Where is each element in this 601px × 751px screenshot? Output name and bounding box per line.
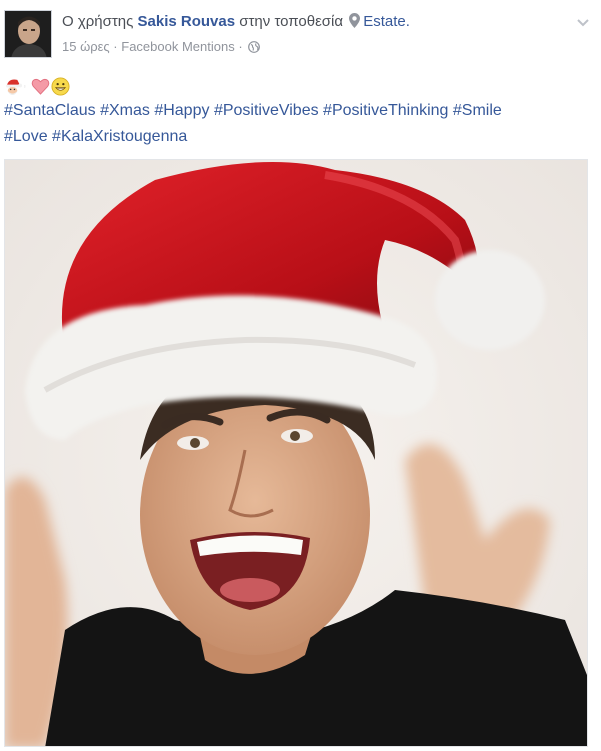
- source-link[interactable]: Facebook Mentions: [121, 39, 234, 54]
- hashtag-text: #SantaClaus #Xmas #Happy #PositiveVibes …: [4, 98, 594, 150]
- hashtag-link[interactable]: #Smile: [453, 102, 502, 119]
- meta-separator: ·: [109, 39, 122, 54]
- post-photo[interactable]: [4, 159, 588, 747]
- hashtag-link[interactable]: #SantaClaus: [4, 102, 96, 119]
- hashtag-link[interactable]: #Happy: [154, 102, 209, 119]
- meta-separator-2: ·: [234, 39, 247, 54]
- grinning-emoji: [51, 76, 70, 96]
- post-header: Ο χρήστης Sakis Rouvas στην τοποθεσία Es…: [4, 6, 597, 62]
- location-link[interactable]: Estate.: [363, 13, 410, 30]
- chevron-down-icon[interactable]: [575, 14, 591, 30]
- emoji-row: [4, 76, 70, 96]
- hashtag-link[interactable]: #Xmas: [100, 102, 150, 119]
- author-avatar[interactable]: [4, 10, 52, 58]
- globe-icon[interactable]: [248, 41, 261, 56]
- hashtag-link[interactable]: #PositiveVibes: [214, 102, 319, 119]
- hashtag-link[interactable]: #KalaXristougenna: [52, 128, 187, 145]
- timestamp-link[interactable]: 15 ώρες: [62, 39, 110, 54]
- title-prefix: Ο χρήστης: [62, 13, 134, 30]
- heart-emoji: [31, 78, 50, 95]
- facebook-post: Ο χρήστης Sakis Rouvas στην τοποθεσία Es…: [0, 0, 601, 751]
- location-pin-icon: [349, 13, 361, 32]
- location-prefix: στην τοποθεσία: [239, 13, 344, 30]
- hashtag-link[interactable]: #PositiveThinking: [323, 102, 448, 119]
- sparkle-emoji: [24, 84, 26, 88]
- post-title: Ο χρήστης Sakis Rouvas στην τοποθεσία Es…: [62, 13, 410, 32]
- hashtag-link[interactable]: #Love: [4, 128, 48, 145]
- santa-emoji: [5, 78, 23, 95]
- post-meta: 15 ώρες · Facebook Mentions ·: [62, 39, 261, 56]
- author-name-link[interactable]: Sakis Rouvas: [138, 13, 236, 30]
